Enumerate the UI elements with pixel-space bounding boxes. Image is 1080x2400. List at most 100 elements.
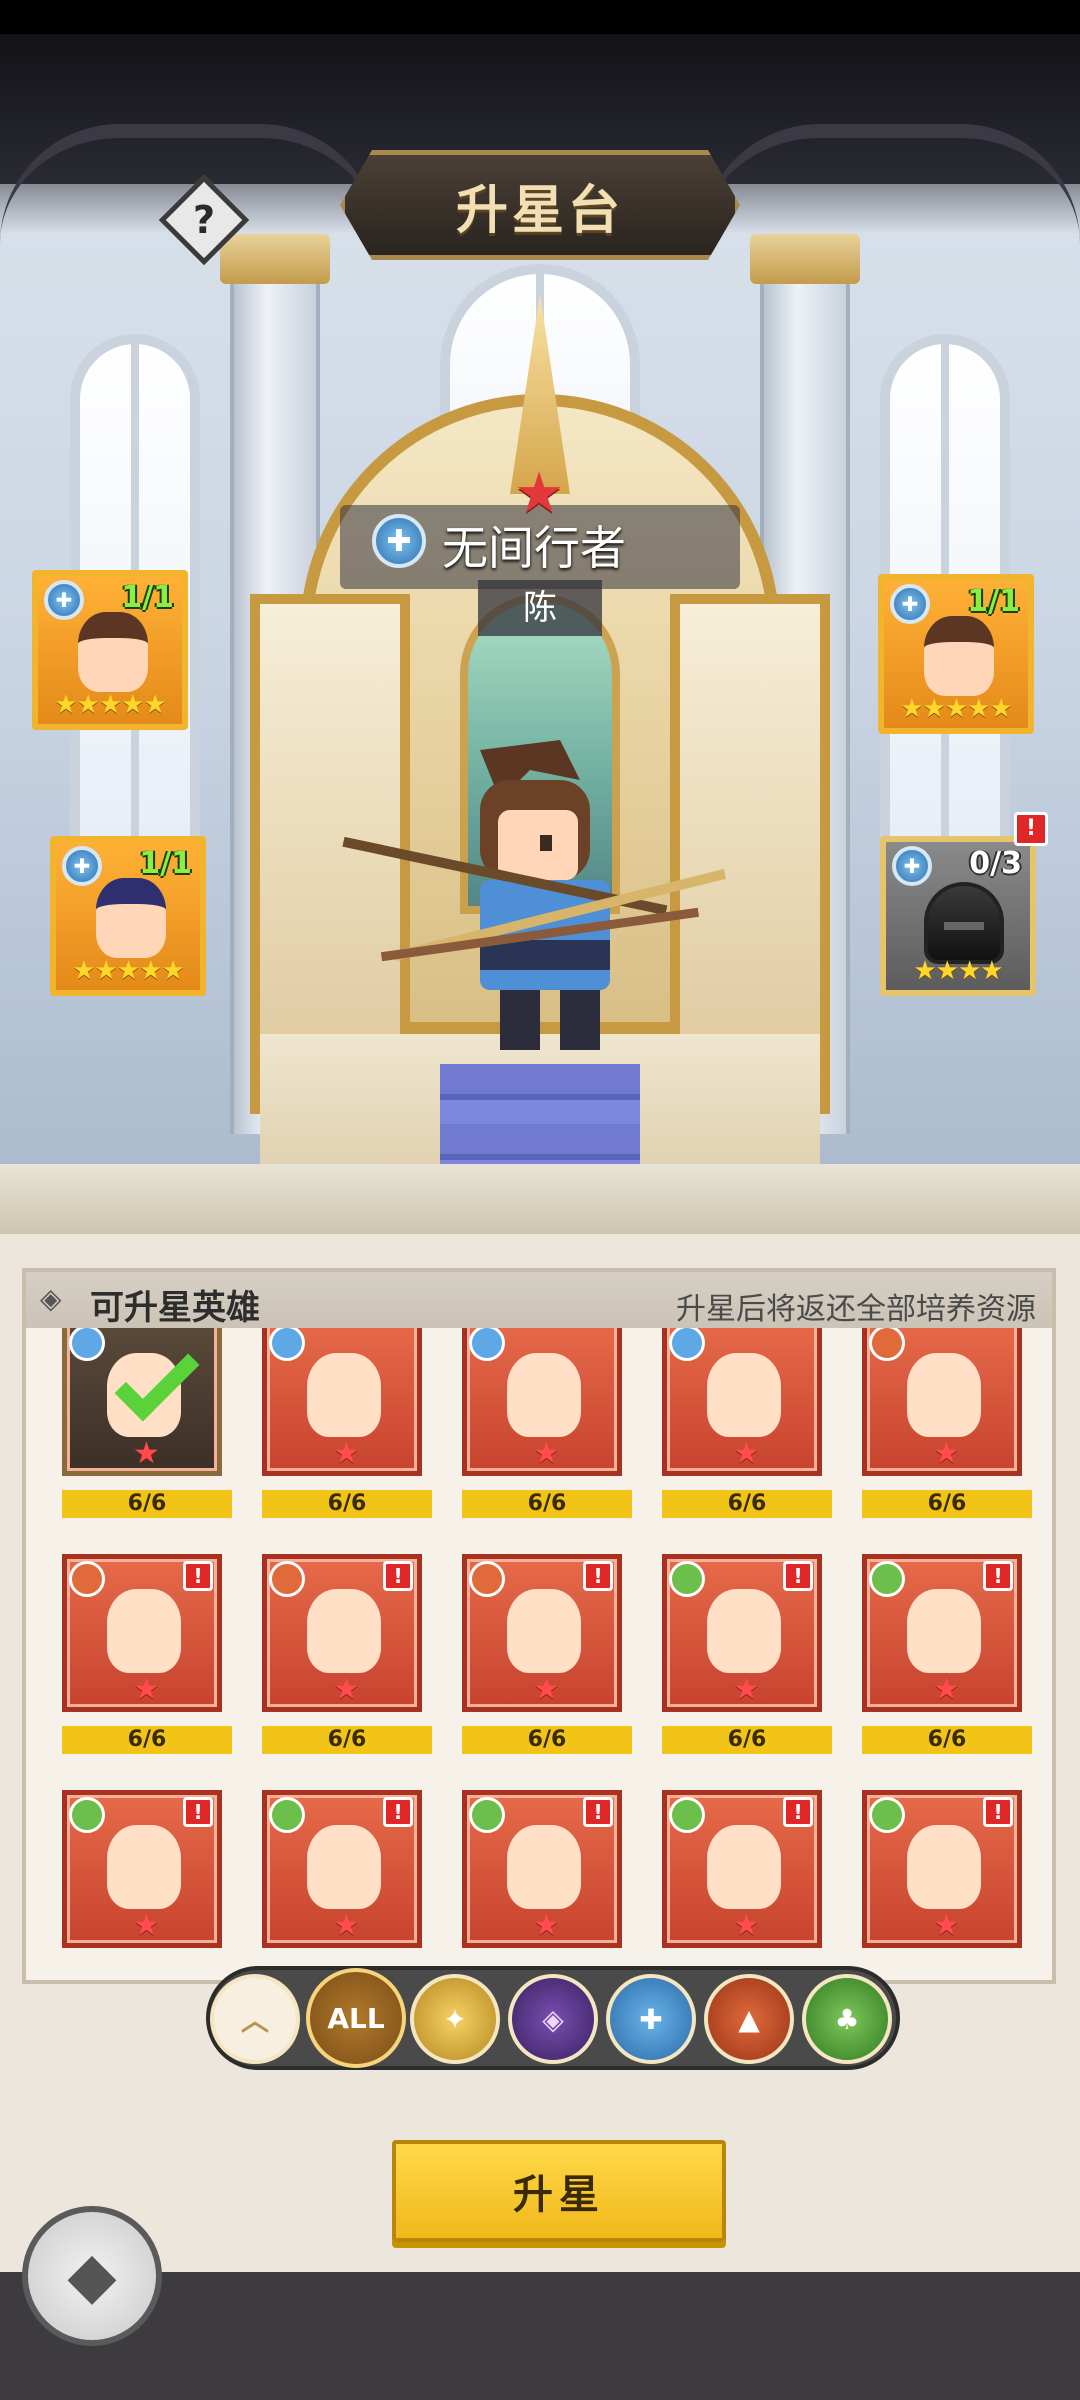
hero-list-item[interactable]: ★! 6/6 [254, 1554, 432, 1790]
hero-list-item[interactable]: ★ 6/6 [254, 1328, 432, 1554]
hero-card[interactable]: ★! [462, 1554, 622, 1712]
page-title: 升星台 [455, 180, 624, 241]
hero-card[interactable]: ★! [662, 1554, 822, 1712]
wolf-faction-icon: ▲ [738, 2002, 760, 2036]
section-chevron-icon: ◈ [40, 1282, 62, 1315]
hero-portrait [307, 1353, 381, 1437]
faction-badge-icon [669, 1797, 705, 1833]
star-icon: ★ [533, 1436, 560, 1471]
hero-portrait [107, 1825, 181, 1909]
blue-shield-faction-icon: ✚ [372, 514, 426, 568]
filter-nature-faction-button[interactable]: ♣ [802, 1974, 892, 2064]
hero-portrait [907, 1353, 981, 1437]
blue-shield-faction-icon: ✚ [62, 846, 102, 886]
hero-portrait [307, 1589, 381, 1673]
slot-count: 1/1 [139, 846, 192, 881]
hero-list-header: ◈ 可升星英雄 升星后将返还全部培养资源 [26, 1272, 1052, 1328]
alert-badge: ! [783, 1797, 813, 1827]
star-icon: ★ [333, 1436, 360, 1471]
hero-portrait [507, 1825, 581, 1909]
hero-portrait [707, 1353, 781, 1437]
hero-card[interactable]: ★ [62, 1328, 222, 1476]
hero-card[interactable]: ★! [862, 1554, 1022, 1712]
hero-subtitle: 陈 [523, 588, 557, 628]
hero-portrait [707, 1825, 781, 1909]
star-icon: ★ [733, 1436, 760, 1471]
dark-faction-icon: ◈ [542, 2002, 564, 2036]
alert-badge: ! [983, 1561, 1013, 1591]
hero-card[interactable]: ★! [62, 1790, 222, 1948]
title-banner: 升星台 [340, 150, 740, 260]
hero-list-item[interactable]: ★! [854, 1790, 1026, 1980]
hero-progress: 6/6 [662, 1490, 832, 1518]
hero-progress: 6/6 [262, 1490, 432, 1518]
material-slot-2[interactable]: ✚ 1/1 ★★★★★ [878, 574, 1034, 734]
slot-count: 1/1 [967, 584, 1020, 619]
star-icon: ★ [133, 1672, 160, 1707]
hero-card[interactable]: ★! [462, 1790, 622, 1948]
alert-badge: ! [983, 1797, 1013, 1827]
filter-shield-faction-button[interactable]: ✚ [606, 1974, 696, 2064]
hero-card[interactable]: ★! [262, 1554, 422, 1712]
hero-grid: ★ 6/6 ★ 6/6 ★ 6/6 ★ 6/6 ★ 6/6 ★! 6/6 ★! 6/6 ★! 6/6 ★! 6/6… [54, 1328, 1034, 1980]
collapse-filter-button[interactable]: ︿ [210, 1974, 300, 2064]
hero-list-item[interactable]: ★! [254, 1790, 426, 1980]
hero-list-item[interactable]: ★ 6/6 [454, 1328, 632, 1554]
hero-card[interactable]: ★ [862, 1328, 1022, 1476]
back-button[interactable]: ◆ [22, 2206, 162, 2346]
star-icon: ★ [933, 1672, 960, 1707]
hero-list-item[interactable]: ★! [54, 1790, 226, 1980]
faction-badge-icon [269, 1328, 305, 1361]
material-slot-3[interactable]: ✚ 1/1 ★★★★★ [50, 836, 206, 996]
hero-portrait [907, 1589, 981, 1673]
star-icon: ★ [733, 1672, 760, 1707]
alert-badge: ! [383, 1561, 413, 1591]
alert-badge: ! [1014, 812, 1048, 846]
hero-list-item[interactable]: ★! 6/6 [854, 1554, 1032, 1790]
upgrade-star-button[interactable]: 升星 [392, 2140, 726, 2242]
hero-list-item[interactable]: ★ 6/6 [654, 1328, 832, 1554]
star-icon: ★ [333, 1908, 360, 1943]
hero-portrait [107, 1589, 181, 1673]
slot-stars: ★★★★★ [54, 690, 167, 720]
hero-sprite[interactable] [330, 740, 750, 1060]
hero-list-note: 升星后将返还全部培养资源 [676, 1292, 1036, 1327]
hall-floor [0, 1164, 1080, 1234]
hero-card[interactable]: ★ [462, 1328, 622, 1476]
hero-card[interactable]: ★ [662, 1328, 822, 1476]
hero-name: 无间行者 [442, 521, 626, 575]
hero-list-item[interactable]: ★! [454, 1790, 626, 1980]
hero-list-item[interactable]: ★! 6/6 [454, 1554, 632, 1790]
faction-badge-icon [669, 1561, 705, 1597]
slot-stars: ★★★★★ [900, 694, 1013, 724]
hero-card[interactable]: ★! [662, 1790, 822, 1948]
hero-list-scroll[interactable]: ★ 6/6 ★ 6/6 ★ 6/6 ★ 6/6 ★ 6/6 ★! 6/6 ★! 6/6 ★! 6/6 ★! 6/6… [26, 1328, 1052, 1980]
blue-shield-faction-icon: ✚ [890, 584, 930, 624]
hero-list-item[interactable]: ★! 6/6 [654, 1554, 832, 1790]
star-icon: ★ [133, 1908, 160, 1943]
faction-badge-icon [669, 1328, 705, 1361]
hero-portrait [924, 616, 994, 696]
filter-light-faction-button[interactable]: ✦ [410, 1974, 500, 2064]
material-slot-1[interactable]: ✚ 1/1 ★★★★★ [32, 570, 188, 730]
star-icon: ★ [533, 1908, 560, 1943]
pillar-cap-left [220, 234, 330, 284]
faction-badge-icon [69, 1328, 105, 1361]
filter-dark-faction-button[interactable]: ◈ [508, 1974, 598, 2064]
hero-card[interactable]: ★! [862, 1790, 1022, 1948]
faction-badge-icon [469, 1797, 505, 1833]
bottom-bar [0, 2272, 1080, 2400]
hero-list-item[interactable]: ★! [654, 1790, 826, 1980]
filter-beast-faction-button[interactable]: ▲ [704, 1974, 794, 2064]
hero-list-item[interactable]: ★! 6/6 [54, 1554, 232, 1790]
star-icon: ★ [733, 1908, 760, 1943]
faction-badge-icon [269, 1797, 305, 1833]
hero-card[interactable]: ★! [262, 1790, 422, 1948]
hero-card[interactable]: ★ [262, 1328, 422, 1476]
filter-all-button[interactable]: ALL [306, 1968, 406, 2068]
hero-list-item[interactable]: ★ 6/6 [854, 1328, 1032, 1554]
hero-card[interactable]: ★! [62, 1554, 222, 1712]
material-slot-4[interactable]: ✚ 0/3 ★★★★ [880, 836, 1036, 996]
hero-list-item[interactable]: ★ 6/6 [54, 1328, 232, 1554]
hero-progress: 6/6 [462, 1726, 632, 1754]
